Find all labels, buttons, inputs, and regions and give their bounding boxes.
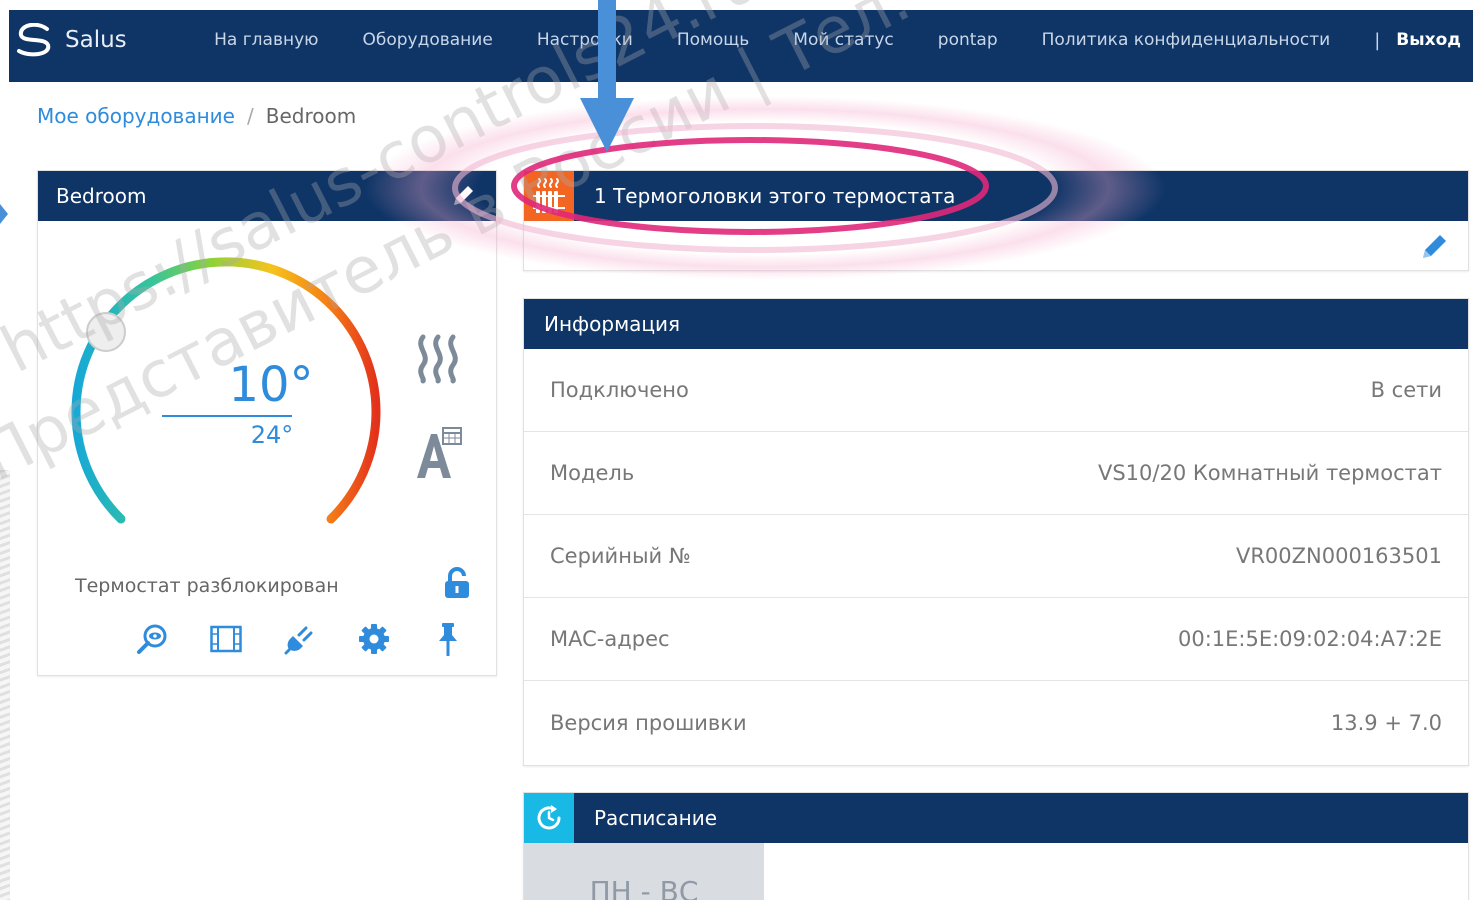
page: Salus На главную Оборудование Настройки … (0, 0, 1473, 900)
info-value: В сети (1370, 378, 1442, 402)
info-title: Информация (544, 312, 681, 336)
dial-handle (86, 312, 126, 352)
info-row-firmware: Версия прошивки 13.9 + 7.0 (524, 681, 1468, 764)
valves-panel: 1 Термоголовки этого термостата (523, 170, 1469, 271)
plug-icon (284, 626, 313, 655)
settings-button[interactable] (358, 623, 390, 655)
gear-icon (359, 624, 389, 654)
info-value: 13.9 + 7.0 (1330, 710, 1442, 735)
info-panel-header: Информация (524, 299, 1468, 349)
breadcrumb-separator: / (246, 104, 254, 128)
salus-logo-icon (17, 23, 51, 57)
pin-button[interactable] (432, 623, 464, 656)
thermostat-toolbar (136, 623, 464, 656)
nav-help[interactable]: Помощь (677, 30, 749, 50)
info-value: VS10/20 Комнатный термостат (1097, 461, 1442, 485)
top-navbar: Salus На главную Оборудование Настройки … (9, 10, 1473, 82)
left-decor-strip (0, 470, 10, 900)
radiator-icon (533, 178, 565, 213)
edit-pencil-icon[interactable] (450, 183, 476, 209)
current-temperature: 10° (228, 357, 314, 413)
info-row-connected: Подключено В сети (524, 349, 1468, 432)
info-row-mac: MAC-адрес 00:1E:5E:09:02:04:A7:2E (524, 598, 1468, 681)
info-rows: Подключено В сети Модель VS10/20 Комнатн… (524, 349, 1468, 764)
thermostat-panel-header: Bedroom (38, 171, 496, 221)
breadcrumb: Мое оборудование / Bedroom (37, 104, 356, 128)
valves-panel-header[interactable]: 1 Термоголовки этого термостата (524, 171, 1468, 221)
left-arrow-tip (0, 204, 8, 224)
auto-schedule-icon (417, 427, 462, 478)
radiator-badge (524, 171, 574, 221)
breadcrumb-current: Bedroom (265, 104, 357, 128)
brand-logo[interactable]: Salus (15, 20, 127, 60)
nav-user[interactable]: pontap (938, 30, 998, 50)
info-value: 00:1E:5E:09:02:04:A7:2E (1177, 627, 1442, 651)
brand-name: Salus (65, 27, 127, 53)
info-label: Серийный № (550, 544, 691, 568)
temperature-divider (162, 415, 292, 417)
info-label: Версия прошивки (550, 710, 747, 735)
thermostat-title: Bedroom (56, 184, 147, 208)
nav-logout[interactable]: Выход (1396, 30, 1461, 50)
info-label: Модель (550, 461, 635, 485)
nav-settings[interactable]: Настройки (537, 30, 633, 50)
nav-equipment[interactable]: Оборудование (362, 30, 492, 50)
search-eye-icon (137, 624, 167, 654)
film-button[interactable] (210, 623, 242, 655)
pin-icon (439, 623, 457, 656)
schedule-day-tab[interactable]: ПН - ВС (524, 843, 764, 900)
edit-valves-pencil-icon[interactable] (1420, 231, 1450, 261)
schedule-title: Расписание (594, 806, 718, 830)
heating-waves-icon (418, 334, 458, 384)
search-eye-button[interactable] (136, 623, 168, 655)
thermostat-panel: Bedroom 10° 24° Термостат разблокирован (37, 170, 497, 676)
film-icon (210, 625, 242, 653)
info-row-model: Модель VS10/20 Комнатный термостат (524, 432, 1468, 515)
valves-title: 1 Термоголовки этого термостата (594, 184, 956, 208)
nav-privacy[interactable]: Политика конфиденциальности (1042, 30, 1331, 50)
nav-home[interactable]: На главную (214, 30, 318, 50)
main-nav: На главную Оборудование Настройки Помощь… (214, 10, 1461, 70)
nav-my-status[interactable]: Мой статус (793, 30, 894, 50)
info-value: VR00ZN000163501 (1235, 544, 1442, 568)
nav-separator: | (1374, 29, 1381, 51)
breadcrumb-my-equipment[interactable]: Мое оборудование (37, 104, 235, 128)
info-label: MAC-адрес (550, 627, 670, 651)
lock-status-text: Термостат разблокирован (75, 575, 339, 597)
unlock-icon[interactable] (444, 567, 470, 599)
schedule-panel: Расписание ПН - ВС (523, 792, 1469, 900)
schedule-panel-header: Расписание (524, 793, 1468, 843)
refresh-clock-icon (537, 805, 561, 830)
plug-button[interactable] (284, 623, 316, 655)
info-row-serial: Серийный № VR00ZN000163501 (524, 515, 1468, 598)
schedule-badge (524, 793, 574, 843)
info-panel: Информация Подключено В сети Модель VS10… (523, 298, 1469, 766)
info-label: Подключено (550, 378, 689, 402)
target-temperature: 24° (250, 421, 294, 449)
